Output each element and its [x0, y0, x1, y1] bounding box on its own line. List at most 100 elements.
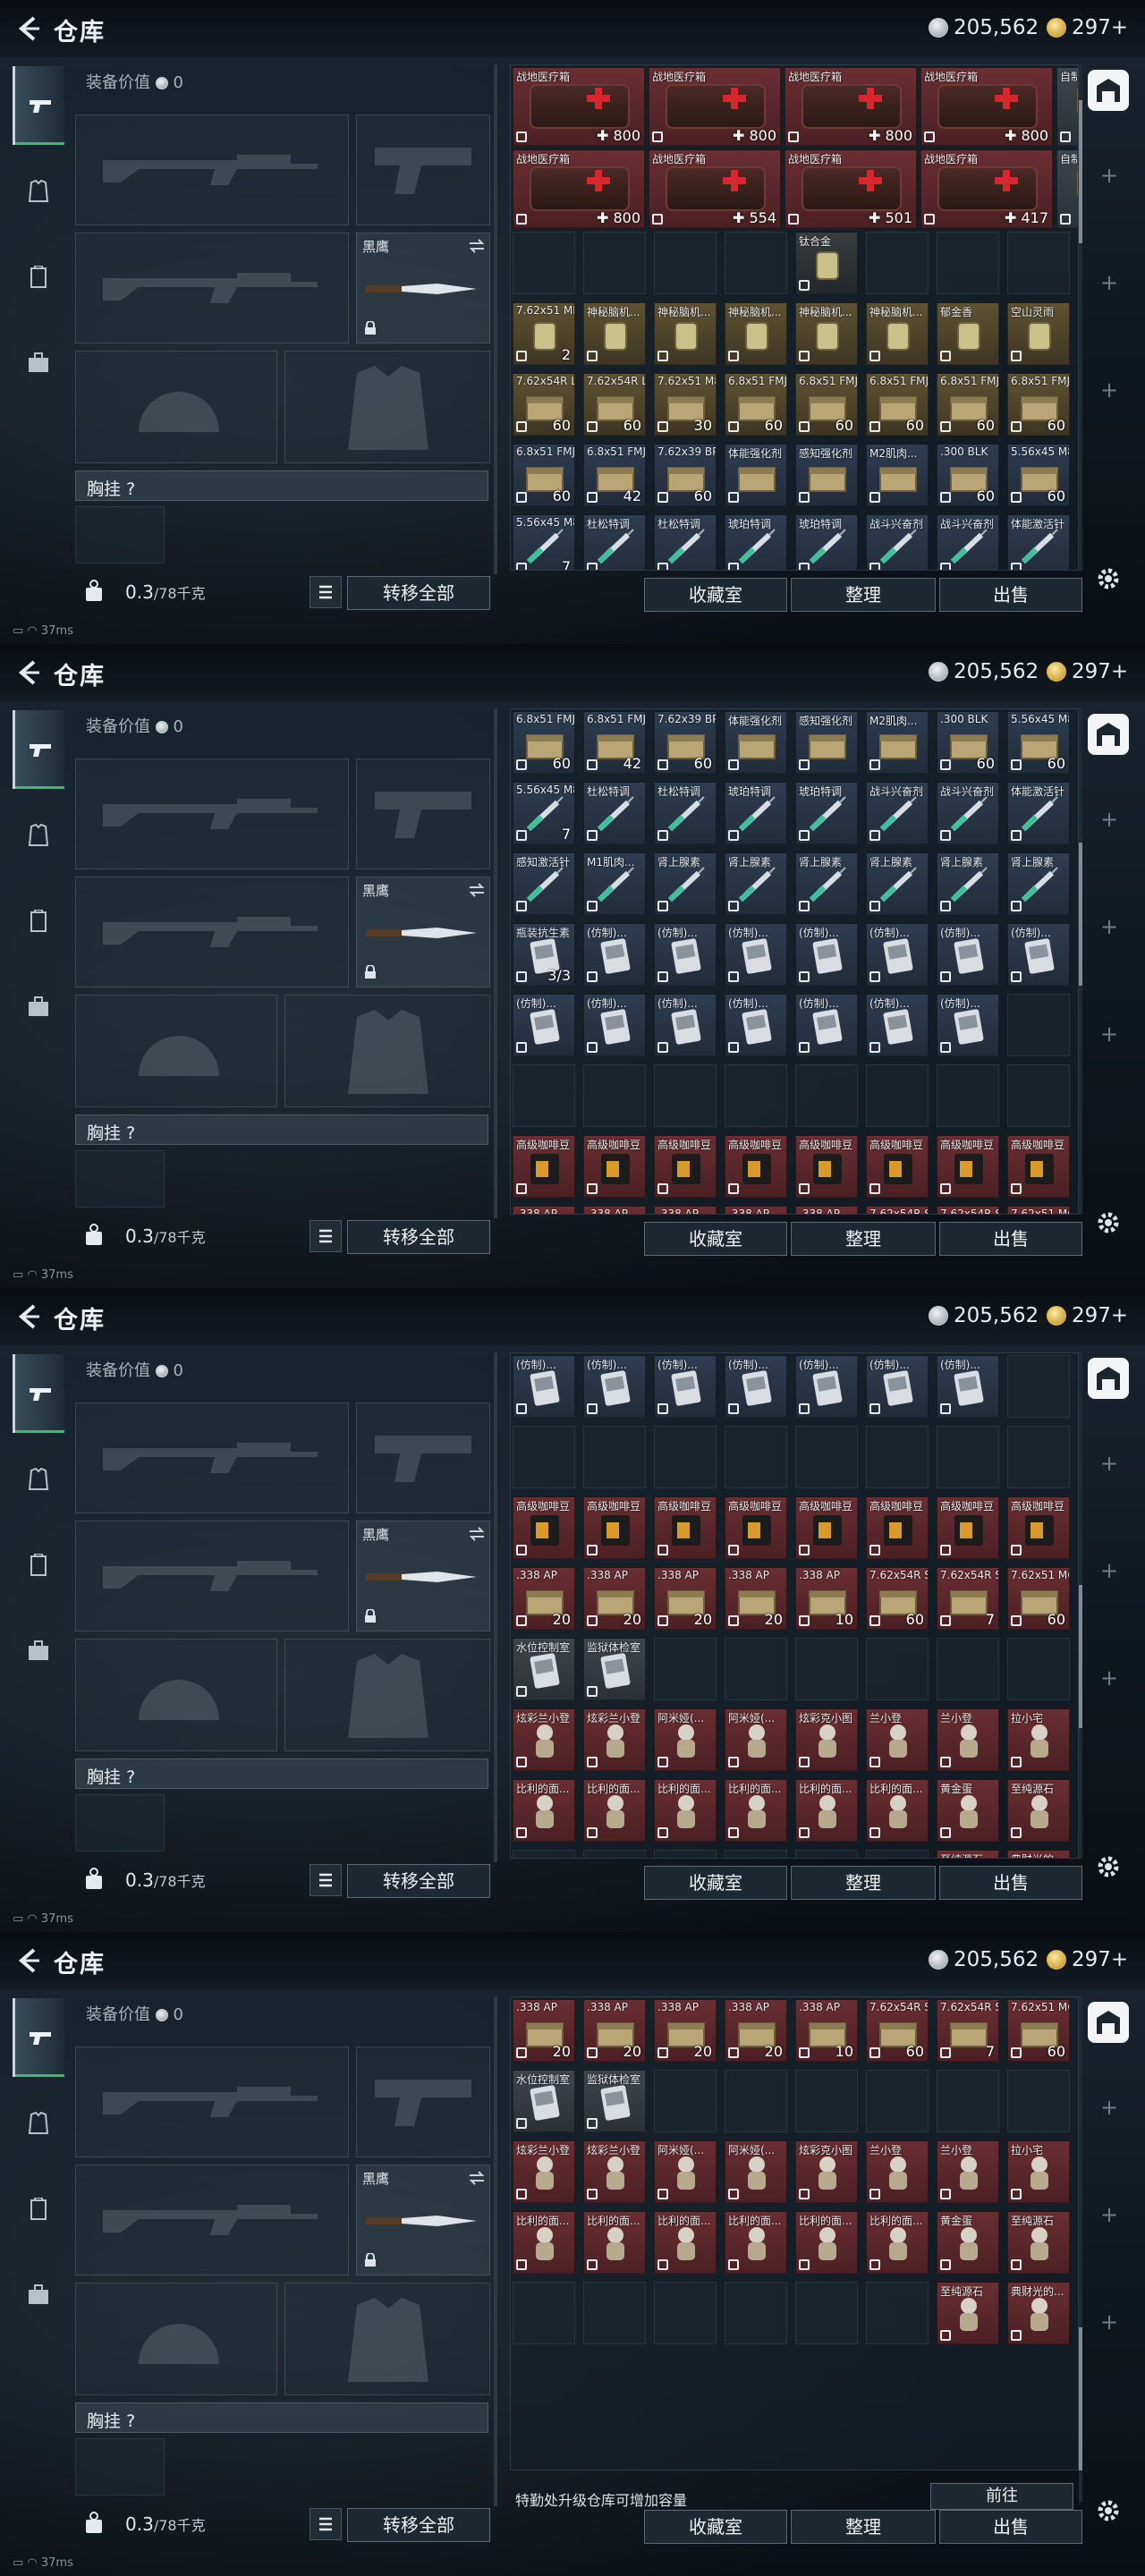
warehouse-tab[interactable] — [1088, 714, 1129, 755]
storage-item[interactable]: (仿制)... — [795, 923, 858, 986]
empty-slot[interactable] — [1007, 1638, 1070, 1700]
storage-item[interactable]: .338 AP20 — [583, 1206, 646, 1214]
storage-item[interactable]: 7.62x54R SNB60 — [866, 1206, 929, 1214]
storage-item[interactable]: 高级咖啡豆 — [937, 1135, 999, 1198]
storage-item[interactable]: 感知激活针 — [513, 852, 575, 915]
storage-item[interactable]: 神秘脑机... — [725, 302, 787, 365]
storage-item[interactable]: 钛合金 — [795, 232, 858, 294]
empty-slot[interactable] — [654, 1064, 717, 1127]
helmet-slot[interactable] — [75, 995, 277, 1107]
storage-item[interactable]: 至纯源石 — [1007, 2211, 1070, 2274]
organize-button[interactable]: 整理 — [791, 2510, 936, 2544]
storage-item[interactable]: 体能强化剂 — [725, 444, 787, 506]
add-storage-icon[interactable]: + — [1100, 2309, 1118, 2334]
storage-item[interactable]: 郁金香 — [937, 302, 999, 365]
add-storage-icon[interactable]: + — [1100, 1558, 1118, 1583]
empty-slot[interactable] — [583, 1064, 646, 1127]
empty-slot[interactable] — [1007, 232, 1070, 294]
primary-weapon-slot[interactable] — [75, 1402, 349, 1513]
storage-item[interactable]: 战地医疗箱 ✚ 800 — [649, 67, 781, 146]
empty-slot[interactable] — [654, 232, 717, 294]
empty-slot[interactable] — [654, 1850, 717, 1858]
gold-amount[interactable]: 297+ — [1072, 1304, 1128, 1327]
storage-item[interactable]: 7.62x54R LPS 60 — [513, 373, 575, 436]
storage-item[interactable]: 6.8x51 FMJ 60 — [866, 373, 929, 436]
armor-slot[interactable] — [284, 2283, 490, 2395]
tab-backpack[interactable] — [13, 968, 64, 1046]
empty-slot[interactable] — [1007, 1426, 1070, 1488]
storage-item[interactable]: (仿制)... — [583, 923, 646, 986]
storage-item[interactable]: (仿制)... — [795, 1355, 858, 1418]
empty-slot[interactable] — [795, 1064, 858, 1127]
storage-item[interactable]: 琥珀特调 — [795, 782, 858, 844]
collection-room-button[interactable]: 收藏室 — [644, 2510, 787, 2544]
storage-item[interactable]: .338 AP20 — [513, 1206, 575, 1214]
storage-item[interactable]: 比利的面... — [725, 1779, 787, 1842]
transfer-all-button[interactable]: 转移全部 — [347, 2508, 490, 2542]
storage-item[interactable]: .338 AP 10 — [795, 1567, 858, 1630]
secondary-weapon-slot[interactable] — [75, 233, 349, 343]
transfer-all-button[interactable]: 转移全部 — [347, 1864, 490, 1898]
storage-item[interactable]: 高级咖啡豆 — [654, 1496, 717, 1559]
storage-item[interactable]: 肾上腺素 — [866, 852, 929, 915]
swap-icon[interactable] — [468, 1527, 486, 1541]
storage-item[interactable]: .338 AP20 — [513, 1567, 575, 1630]
storage-item[interactable]: 兰小登 — [937, 1708, 999, 1771]
storage-item[interactable]: 比利的面... — [654, 2211, 717, 2274]
empty-slot[interactable] — [725, 232, 787, 294]
storage-item[interactable]: 7.62x54R SNB60 — [866, 1999, 929, 2062]
empty-slot[interactable] — [866, 1064, 929, 1127]
storage-item[interactable]: 比利的面... — [583, 2211, 646, 2274]
help-icon[interactable]: ? — [126, 2411, 135, 2431]
storage-item[interactable]: 高级咖啡豆 — [866, 1135, 929, 1198]
swap-icon[interactable] — [468, 883, 486, 897]
storage-item[interactable]: .338 AP20 — [654, 1567, 717, 1630]
chest-rig-slot[interactable]: 胸挂 ? — [75, 2402, 488, 2433]
tab-vest[interactable] — [13, 238, 64, 317]
storage-item[interactable]: 肾上腺素 — [654, 852, 717, 915]
storage-item[interactable]: 6.8x51 FMJ 60 — [937, 373, 999, 436]
storage-item[interactable]: 战地医疗箱 ✚ 800 — [513, 149, 645, 228]
tab-armor[interactable] — [13, 1440, 64, 1519]
empty-slot[interactable] — [1007, 1355, 1070, 1418]
empty-slot[interactable] — [654, 1426, 717, 1488]
empty-slot[interactable] — [513, 1426, 575, 1488]
storage-item[interactable]: 神秘脑机... — [583, 302, 646, 365]
chest-rig-slot[interactable]: 胸挂 ? — [75, 470, 488, 501]
storage-item[interactable]: 高级咖啡豆 — [937, 1496, 999, 1559]
storage-item[interactable]: 7.62x54R SNB 7 — [937, 1999, 999, 2062]
melee-slot[interactable]: 黑鹰 — [356, 877, 490, 987]
storage-item[interactable]: 7.62x51 M62 60 — [1007, 1999, 1070, 2062]
empty-slot[interactable] — [795, 1850, 858, 1858]
add-storage-icon[interactable]: + — [1100, 2202, 1118, 2227]
storage-item[interactable]: 黄金蛋 — [937, 2211, 999, 2274]
storage-item[interactable]: (仿制)... — [866, 994, 929, 1056]
storage-item[interactable]: (仿制)... — [583, 994, 646, 1056]
tab-weapons[interactable] — [13, 1354, 64, 1433]
empty-slot[interactable] — [866, 2070, 929, 2132]
help-icon[interactable]: ? — [126, 1123, 135, 1143]
equipment-scrollbar[interactable] — [494, 1996, 497, 2506]
storage-item[interactable]: 6.8x51 FMJ 60 — [1007, 373, 1070, 436]
storage-item[interactable]: 战地医疗箱 ✚ 800 — [513, 67, 645, 146]
gold-amount[interactable]: 297+ — [1072, 660, 1128, 683]
storage-item[interactable]: 6.8x51 FMJ 60 — [513, 444, 575, 506]
storage-item[interactable]: 杜松特调 — [654, 782, 717, 844]
add-storage-icon[interactable]: + — [1100, 1451, 1118, 1476]
storage-item[interactable]: 高级咖啡豆 — [583, 1135, 646, 1198]
empty-slot[interactable] — [513, 1064, 575, 1127]
transfer-all-button[interactable]: 转移全部 — [347, 1220, 490, 1254]
storage-item[interactable]: M2肌肉... — [866, 444, 929, 506]
primary-weapon-slot[interactable] — [75, 2046, 349, 2157]
storage-item[interactable]: 兰小登 — [937, 2140, 999, 2203]
tab-backpack[interactable] — [13, 324, 64, 402]
add-storage-icon[interactable]: + — [1100, 163, 1118, 188]
chest-rig-slot[interactable]: 胸挂 ? — [75, 1114, 488, 1145]
melee-slot[interactable]: 黑鹰 — [356, 233, 490, 343]
storage-item[interactable]: 体能激活针 — [1007, 514, 1070, 570]
storage-item[interactable]: (仿制)... — [725, 1355, 787, 1418]
storage-item[interactable]: 自制护甲◐ 50 — [1056, 67, 1078, 146]
storage-item[interactable]: 7.62x51 MPS 2 — [513, 302, 575, 365]
go-button[interactable]: 前往 — [930, 2483, 1073, 2510]
secondary-weapon-slot[interactable] — [75, 877, 349, 987]
